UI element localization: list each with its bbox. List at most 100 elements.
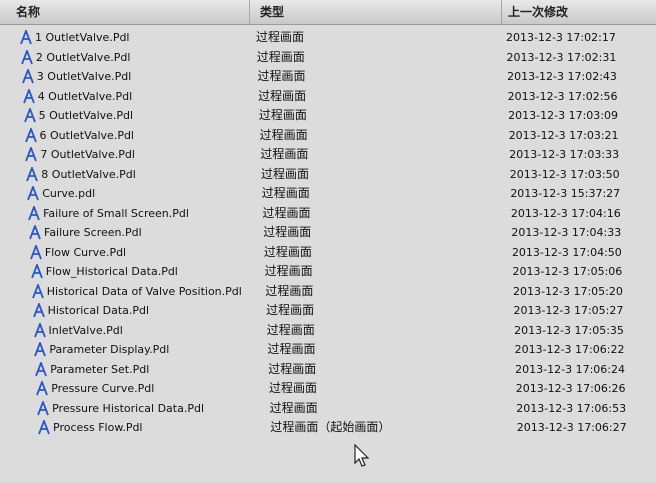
file-modified: 2013-12-3 17:02:31: [506, 50, 617, 64]
pdl-file-icon: [21, 69, 34, 84]
file-name: 2 OutletValve.Pdl: [35, 50, 131, 64]
file-name: Failure of Small Screen.Pdl: [43, 206, 189, 220]
file-name: Pressure Historical Data.Pdl: [52, 401, 205, 415]
file-modified: 2013-12-3 17:06:22: [514, 343, 625, 356]
file-modified: 2013-12-3 17:04:50: [511, 245, 622, 259]
file-type: 过程画面: [256, 30, 305, 44]
file-modified: 2013-12-3 15:37:27: [510, 187, 621, 200]
file-type: 过程画面: [269, 400, 318, 415]
file-modified: 2013-12-3 17:04:33: [511, 226, 622, 239]
file-type: 过程画面: [262, 205, 311, 220]
file-row[interactable]: 8 OutletValve.Pdl 过程画面 2013-12-3 17:03:50: [0, 165, 656, 184]
file-modified: 2013-12-3 17:06:53: [516, 401, 627, 415]
column-header-bar: 名称 类型 上一次修改: [0, 0, 656, 25]
file-type: 过程画面: [258, 88, 307, 103]
file-modified: 2013-12-3 17:06:27: [516, 421, 627, 434]
file-row[interactable]: 3 OutletValve.Pdl 过程画面 2013-12-3 17:02:43: [0, 67, 656, 86]
file-type: 过程画面: [266, 303, 315, 317]
file-type: 过程画面: [266, 322, 315, 337]
file-row[interactable]: 5 OutletValve.Pdl 过程画面 2013-12-3 17:03:09: [0, 106, 656, 125]
file-row[interactable]: 4 OutletValve.Pdl 过程画面 2013-12-3 17:02:56: [0, 87, 656, 106]
file-row[interactable]: Flow_Historical Data.Pdl 过程画面 2013-12-3 17…: [0, 262, 656, 281]
file-modified: 2013-12-3 17:05:27: [513, 304, 624, 317]
pdl-file-icon: [36, 381, 49, 396]
pdl-file-icon: [28, 205, 40, 220]
file-name: 5 OutletValve.Pdl: [38, 109, 134, 122]
file-type: 过程画面: [260, 147, 309, 161]
file-type: 过程画面: [268, 381, 317, 395]
file-modified: 2013-12-3 17:03:50: [509, 167, 620, 181]
file-row[interactable]: Failure Screen.Pdl 过程画面 2013-12-3 17:04:33: [0, 223, 656, 242]
file-name: Flow Curve.Pdl: [44, 245, 127, 259]
file-modified: 2013-12-3 17:03:21: [508, 128, 619, 142]
pdl-file-icon: [38, 420, 50, 435]
file-type: 过程画面: [267, 342, 316, 356]
file-type: 过程画面: [259, 127, 308, 142]
pdl-file-icon: [37, 400, 49, 415]
file-type: 过程画面: [261, 166, 310, 181]
file-row[interactable]: Curve.pdl 过程画面 2013-12-3 15:37:27: [0, 184, 656, 203]
file-name: Parameter Display.Pdl: [49, 343, 170, 356]
file-modified: 2013-12-3 17:05:06: [512, 265, 623, 278]
file-row[interactable]: Parameter Display.Pdl 过程画面 2013-12-3 17:06…: [0, 340, 656, 359]
file-modified: 2013-12-3 17:04:16: [510, 206, 621, 220]
file-name: 6 OutletValve.Pdl: [39, 128, 135, 142]
file-type: 过程画面: [265, 283, 314, 298]
pdl-file-icon: [24, 127, 37, 142]
column-header-name[interactable]: 名称: [0, 0, 250, 24]
file-name: Process Flow.Pdl: [53, 421, 143, 434]
file-modified: 2013-12-3 17:05:20: [513, 284, 623, 298]
pdl-file-icon: [27, 186, 40, 201]
file-name: Historical Data of Valve Position.Pdl: [46, 284, 242, 298]
file-row[interactable]: 7 OutletValve.Pdl 过程画面 2013-12-3 17:03:33: [0, 145, 656, 164]
file-modified: 2013-12-3 17:03:09: [508, 109, 618, 122]
pdl-file-icon: [21, 49, 33, 64]
file-type: 过程画面: [268, 361, 317, 376]
pdl-file-icon: [25, 147, 38, 162]
file-type: 过程画面: [257, 69, 306, 83]
pdl-file-icon: [30, 264, 43, 279]
pdl-file-icon: [33, 322, 46, 337]
file-name: InletValve.Pdl: [48, 323, 123, 337]
file-type: 过程画面: [263, 244, 312, 259]
pdl-file-icon: [29, 225, 41, 240]
pdl-file-icon: [26, 166, 39, 181]
column-header-type[interactable]: 类型: [250, 0, 502, 24]
pdl-file-icon: [35, 361, 48, 376]
file-modified: 2013-12-3 17:02:56: [507, 89, 618, 103]
file-type: 过程画面: [264, 264, 313, 278]
pdl-file-icon: [22, 88, 35, 103]
column-header-modified[interactable]: 上一次修改: [502, 0, 656, 24]
file-type: 过程画面: [258, 108, 307, 122]
pdl-file-icon: [31, 283, 44, 298]
file-type: 过程画面: [256, 49, 305, 64]
file-row[interactable]: 2 OutletValve.Pdl 过程画面 2013-12-3 17:02:31: [0, 48, 656, 67]
file-modified: 2013-12-3 17:02:17: [506, 31, 616, 44]
file-name: Flow_Historical Data.Pdl: [45, 265, 178, 278]
file-row[interactable]: Process Flow.Pdl 过程画面（起始画面） 2013-12-3 17:0…: [0, 418, 656, 437]
file-row[interactable]: Flow Curve.Pdl 过程画面 2013-12-3 17:04:50: [0, 243, 656, 262]
file-name: 8 OutletValve.Pdl: [41, 167, 136, 181]
file-list: 1 OutletValve.Pdl 过程画面 2013-12-3 17:02:17 2…: [0, 24, 656, 483]
file-row[interactable]: Failure of Small Screen.Pdl 过程画面 2013-12-3…: [0, 204, 656, 223]
file-row[interactable]: Historical Data.Pdl 过程画面 2013-12-3 17:05:2…: [0, 301, 656, 320]
file-modified: 2013-12-3 17:02:43: [507, 70, 617, 83]
file-name: Pressure Curve.Pdl: [51, 382, 155, 395]
file-row[interactable]: Historical Data of Valve Position.Pdl 过程画…: [0, 282, 656, 301]
file-modified: 2013-12-3 17:06:24: [515, 362, 625, 376]
file-row[interactable]: Parameter Set.Pdl 过程画面 2013-12-3 17:06:24: [0, 360, 656, 379]
file-name: Parameter Set.Pdl: [50, 362, 150, 376]
file-name: Curve.pdl: [42, 187, 96, 200]
file-row[interactable]: 1 OutletValve.Pdl 过程画面 2013-12-3 17:02:17: [0, 28, 656, 47]
pdl-file-icon: [32, 303, 45, 318]
file-type: 过程画面（起始画面）: [270, 420, 391, 434]
pdl-file-icon: [34, 342, 47, 357]
file-row[interactable]: Pressure Curve.Pdl 过程画面 2013-12-3 17:06:26: [0, 379, 656, 398]
file-name: 1 OutletValve.Pdl: [35, 31, 130, 44]
file-row[interactable]: InletValve.Pdl 过程画面 2013-12-3 17:05:35: [0, 321, 656, 340]
file-type: 过程画面: [263, 225, 312, 239]
file-row[interactable]: 6 OutletValve.Pdl 过程画面 2013-12-3 17:03:21: [0, 126, 656, 145]
file-type: 过程画面: [261, 186, 310, 200]
file-row[interactable]: Pressure Historical Data.Pdl 过程画面 2013-12-…: [0, 399, 656, 418]
pdl-file-icon: [30, 244, 42, 259]
